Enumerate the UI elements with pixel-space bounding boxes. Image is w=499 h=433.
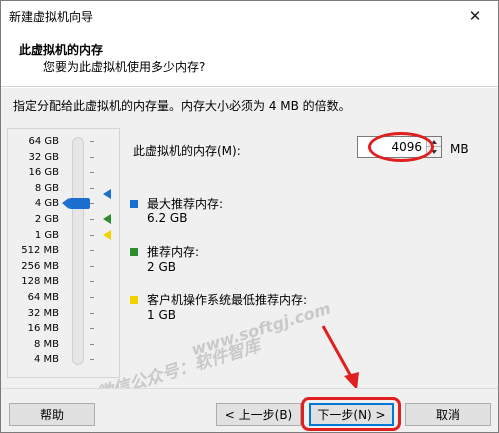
scale-tick-label: 4 MB: [33, 354, 59, 366]
chevron-up-icon: [431, 139, 437, 144]
instruction-text: 指定分配给此虚拟机的内存量。内存大小必须为 4 MB 的倍数。: [13, 99, 351, 113]
spin-buttons: [426, 137, 441, 157]
legend-min-label: 客户机操作系统最低推荐内存:: [147, 293, 308, 307]
scale-marker-2: [103, 229, 111, 240]
close-icon: ✕: [468, 7, 482, 25]
title-bar: 新建虚拟机向导 ✕: [1, 1, 498, 31]
legend-recommended-swatch: [130, 248, 138, 256]
wizard-header: 此虚拟机的内存 您要为此虚拟机使用多少内存?: [1, 31, 498, 87]
wizard-body: 指定分配给此虚拟机的内存量。内存大小必须为 4 MB 的倍数。 64 GB 32 …: [1, 88, 498, 388]
scale-tick-mark: [90, 297, 94, 298]
scale-tick-label: 8 MB: [33, 338, 59, 350]
help-button[interactable]: 帮助: [9, 403, 95, 426]
new-vm-wizard-window: 新建虚拟机向导 ✕ 此虚拟机的内存 您要为此虚拟机使用多少内存? 指定分配给此虚…: [0, 0, 499, 433]
spin-up-button[interactable]: [427, 137, 441, 147]
scale-tick-label: 64 GB: [28, 136, 59, 147]
scale-tick-label: 128 MB: [21, 276, 59, 288]
scale-tick-mark: [90, 265, 94, 267]
back-button[interactable]: < 上一步(B): [216, 403, 301, 426]
scale-tick-mark: [90, 312, 94, 314]
scale-tick-mark: [90, 141, 94, 142]
scale-tick-label: 32 MB: [27, 307, 59, 319]
memory-scale-panel: 64 GB 32 GB 16 GB 8 GB 4 GB 2 GB 1 GB 512 MB 256…: [7, 128, 120, 378]
scale-tick-label: 16 GB: [28, 167, 59, 179]
window-title: 新建虚拟机向导: [9, 10, 94, 24]
scale-tick-mark: [90, 156, 94, 158]
cancel-button[interactable]: 取消: [405, 403, 491, 426]
scale-tick-mark: [90, 187, 94, 189]
chevron-down-icon: [431, 150, 437, 154]
scale-tick-label: 512 MB: [21, 245, 59, 257]
memory-label: 此虚拟机的内存(M):: [133, 144, 241, 158]
legend-max-value: 6.2 GB: [147, 211, 188, 225]
scale-tick-mark: [90, 281, 94, 283]
scale-tick-mark: [90, 234, 94, 236]
scale-tick-mark: [90, 328, 94, 330]
scale-tick-label: 32 GB: [28, 151, 59, 163]
scale-tick-label: 2 GB: [34, 214, 59, 225]
scale-tick-label: 16 MB: [27, 323, 59, 335]
spin-down-button[interactable]: [427, 147, 441, 157]
page-title: 此虚拟机的内存: [19, 43, 104, 57]
legend-max-label: 最大推荐内存:: [147, 197, 224, 211]
memory-unit: MB: [450, 142, 469, 156]
legend-recommended-value: 2 GB: [147, 260, 176, 274]
memory-slider-track[interactable]: [72, 137, 84, 365]
scale-tick-mark: [90, 250, 94, 252]
scale-tick-mark: [90, 343, 94, 345]
page-subtitle: 您要为此虚拟机使用多少内存?: [43, 60, 206, 74]
close-button[interactable]: ✕: [452, 1, 498, 31]
memory-spinbox[interactable]: [357, 136, 442, 158]
scale-marker-0: [103, 188, 111, 199]
wizard-footer: 帮助 < 上一步(B) 下一步(N) > 取消: [1, 388, 498, 432]
legend-min-value: 1 GB: [147, 308, 176, 322]
scale-tick-mark: [90, 219, 94, 220]
scale-tick-label: 8 GB: [34, 182, 59, 194]
scale-tick-mark: [90, 203, 94, 205]
next-button[interactable]: 下一步(N) >: [309, 403, 394, 426]
scale-tick-label: 64 MB: [27, 292, 59, 303]
scale-tick-mark: [90, 172, 94, 174]
legend-max-swatch: [130, 200, 138, 208]
scale-tick-mark: [90, 359, 94, 361]
scale-tick-label: 256 MB: [21, 260, 59, 272]
legend-min-swatch: [130, 296, 138, 304]
scale-marker-1: [103, 214, 111, 224]
memory-input[interactable]: [358, 137, 426, 157]
legend-recommended-label: 推荐内存:: [147, 245, 200, 259]
scale-tick-label: 4 GB: [34, 198, 59, 210]
scale-tick-label: 1 GB: [34, 229, 59, 241]
memory-slider-thumb[interactable]: [62, 198, 90, 210]
